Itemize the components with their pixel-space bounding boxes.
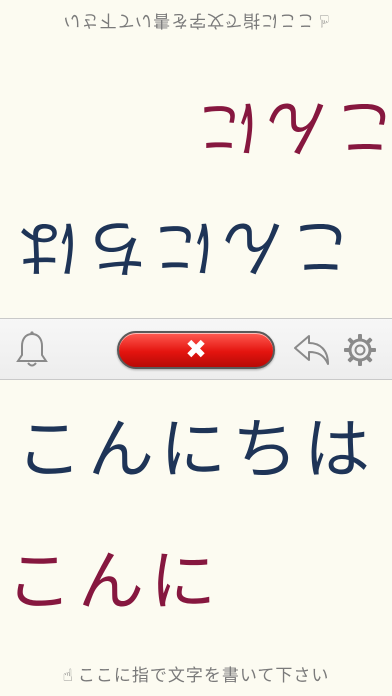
- clear-button[interactable]: ✖: [117, 331, 275, 369]
- top-pad-hint-text: ここに指で文字を書いて下さい: [62, 10, 315, 30]
- pointing-finger-icon: ☝: [318, 10, 330, 30]
- top-pad-hint: ☝ここに指で文字を書いて下さい: [0, 10, 392, 35]
- bottom-pad-hint: ☝ ここに指で文字を書いて下さい: [0, 661, 392, 686]
- undo-button[interactable]: [292, 330, 332, 370]
- bottom-pad-ink-line-1: こんにちは: [16, 411, 376, 488]
- undo-arrow-icon: [294, 335, 329, 365]
- top-pad-ink-line-2: こんに: [192, 91, 392, 164]
- bottom-pad-hint-text: ここに指で文字を書いて下さい: [77, 666, 330, 686]
- pointing-finger-icon: ☝: [62, 666, 74, 686]
- close-icon: ✖: [185, 335, 207, 365]
- bell-icon: [16, 331, 48, 367]
- gear-icon: [344, 334, 376, 366]
- bottom-pad-ink-line-2: こんに: [6, 543, 222, 620]
- settings-button[interactable]: [340, 330, 380, 370]
- bell-button[interactable]: [12, 330, 52, 370]
- toolbar: ✖: [0, 318, 392, 380]
- top-pad-ink-line-1: こんにちは: [12, 211, 353, 284]
